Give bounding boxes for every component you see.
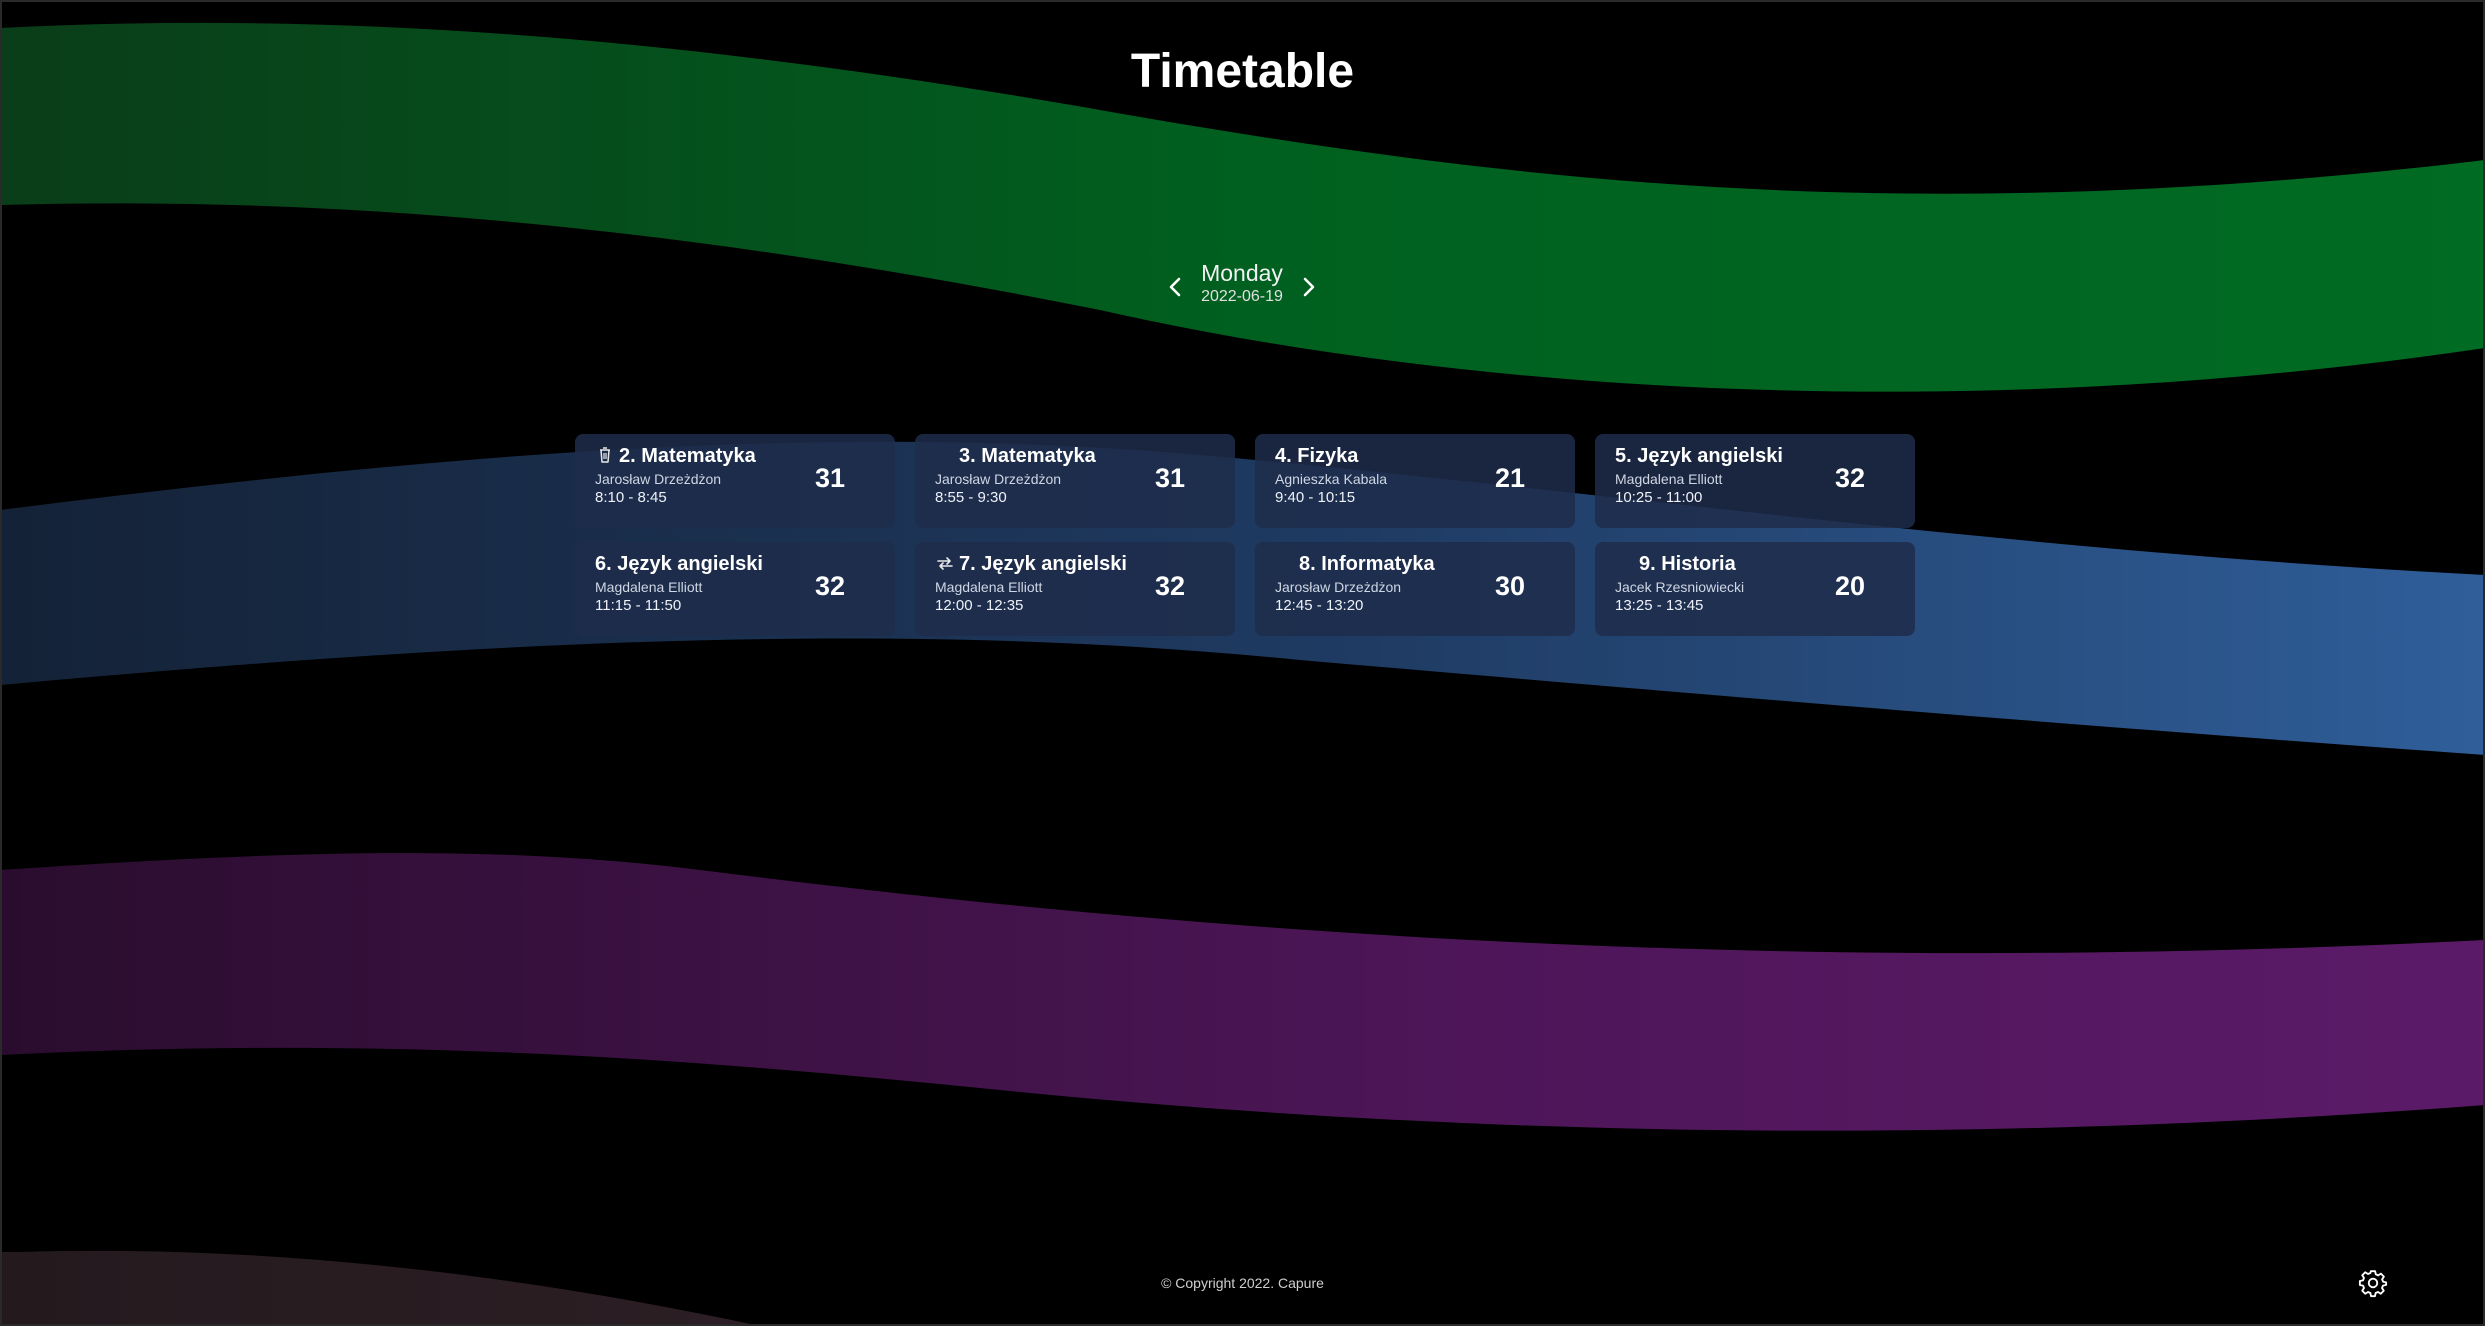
gear-icon bbox=[2358, 1270, 2388, 1298]
lesson-room: 31 bbox=[814, 463, 846, 493]
lesson-time: 10:25 - 11:00 bbox=[1615, 489, 1703, 506]
lesson-teacher: Jarosław Drzeżdżon bbox=[595, 471, 722, 487]
chevron-right-icon bbox=[1303, 277, 1315, 297]
lesson-time: 8:55 - 9:30 bbox=[935, 489, 1007, 506]
day-navigation: Monday 2022-06-19 bbox=[1162, 258, 1322, 314]
lesson-teacher: Agnieszka Kabala bbox=[1275, 471, 1388, 487]
lesson-room: 32 bbox=[814, 571, 846, 601]
chevron-left-icon bbox=[1169, 277, 1181, 297]
lesson-teacher: Jarosław Drzeżdżon bbox=[1275, 579, 1402, 595]
copyright-footer: © Copyright 2022. Capure bbox=[1161, 1275, 1324, 1291]
lesson-teacher: Magdalena Elliott bbox=[935, 579, 1043, 595]
lesson-room: 20 bbox=[1834, 571, 1866, 601]
lesson-title-row: 4. Fizyka bbox=[1275, 444, 1358, 468]
lesson-title: 6. Język angielski bbox=[595, 553, 763, 575]
lesson-title: 9. Historia bbox=[1639, 553, 1736, 575]
lesson-room: 31 bbox=[1154, 463, 1186, 493]
lesson-room: 32 bbox=[1154, 571, 1186, 601]
page-title: Timetable bbox=[1130, 45, 1355, 98]
background-waves bbox=[0, 22, 2485, 1326]
lesson-card[interactable]: 6. Język angielski Magdalena Elliott 11:… bbox=[575, 542, 895, 636]
lesson-card[interactable]: 7. Język angielski Magdalena Elliott 12:… bbox=[915, 542, 1235, 636]
lesson-title-row: 6. Język angielski bbox=[595, 552, 763, 576]
lesson-card[interactable]: 3. Matematyka Jarosław Drzeżdżon 8:55 - … bbox=[915, 434, 1235, 528]
lesson-room: 21 bbox=[1494, 463, 1526, 493]
lesson-title: 3. Matematyka bbox=[959, 445, 1096, 467]
lesson-title: 5. Język angielski bbox=[1615, 445, 1783, 467]
lesson-time: 13:25 - 13:45 bbox=[1615, 597, 1704, 614]
lesson-teacher: Jarosław Drzeżdżon bbox=[935, 471, 1062, 487]
lesson-card[interactable]: 2. Matematyka Jarosław Drzeżdżon 8:10 - … bbox=[575, 434, 895, 528]
lesson-card[interactable]: 9. Historia Jacek Rzesniowiecki 13:25 - … bbox=[1595, 542, 1915, 636]
lesson-time: 8:10 - 8:45 bbox=[595, 489, 667, 506]
settings-button[interactable] bbox=[2358, 1268, 2388, 1298]
purple-wave bbox=[0, 853, 2485, 1131]
lesson-room: 32 bbox=[1834, 463, 1866, 493]
lesson-time: 11:15 - 11:50 bbox=[595, 597, 682, 614]
lesson-teacher: Magdalena Elliott bbox=[1615, 471, 1723, 487]
previous-day-button[interactable] bbox=[1162, 272, 1188, 302]
current-day: Monday 2022-06-19 bbox=[1188, 258, 1296, 306]
day-name: Monday bbox=[1201, 260, 1283, 286]
swap-icon bbox=[935, 552, 959, 572]
lesson-time: 9:40 - 10:15 bbox=[1275, 489, 1356, 506]
lesson-card[interactable]: 8. Informatyka Jarosław Drzeżdżon 12:45 … bbox=[1255, 542, 1575, 636]
lesson-title-row: 5. Język angielski bbox=[1615, 444, 1783, 468]
lesson-time: 12:00 - 12:35 bbox=[935, 597, 1024, 614]
lesson-teacher: Magdalena Elliott bbox=[595, 579, 703, 595]
blue-wave bbox=[0, 441, 2485, 755]
lesson-title: 2. Matematyka bbox=[619, 445, 756, 467]
lesson-title-row: 7. Język angielski bbox=[935, 552, 1127, 576]
timetable-page: Timetable Monday 2022-06-19 2. Matematyk… bbox=[0, 0, 2485, 1326]
lesson-title: 4. Fizyka bbox=[1275, 445, 1359, 467]
lesson-title-row: 3. Matematyka bbox=[935, 444, 1096, 468]
next-day-button[interactable] bbox=[1296, 272, 1322, 302]
lesson-teacher: Jacek Rzesniowiecki bbox=[1615, 579, 1745, 595]
lesson-title-row: 9. Historia bbox=[1615, 552, 1736, 576]
lesson-title: 8. Informatyka bbox=[1299, 553, 1435, 575]
day-date: 2022-06-19 bbox=[1201, 288, 1283, 305]
lesson-title: 7. Język angielski bbox=[959, 553, 1127, 575]
trash-icon bbox=[595, 444, 619, 464]
lesson-time: 12:45 - 13:20 bbox=[1275, 597, 1364, 614]
lesson-room: 30 bbox=[1494, 571, 1526, 601]
lesson-title-row: 8. Informatyka bbox=[1275, 552, 1435, 576]
lesson-card[interactable]: 4. Fizyka Agnieszka Kabala 9:40 - 10:15 … bbox=[1255, 434, 1575, 528]
lesson-card[interactable]: 5. Język angielski Magdalena Elliott 10:… bbox=[1595, 434, 1915, 528]
lesson-title-row: 2. Matematyka bbox=[595, 444, 756, 468]
